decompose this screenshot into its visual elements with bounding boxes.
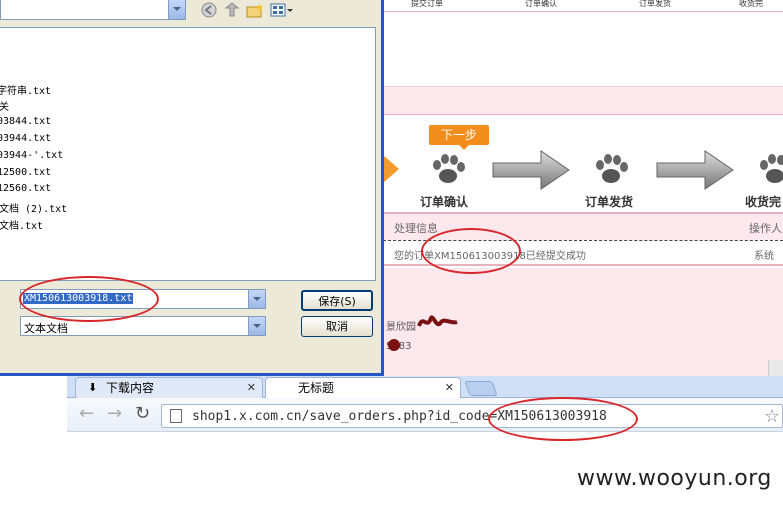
list-item[interactable]: 文档.txt xyxy=(0,217,43,232)
step-submit-label: 提交订单 xyxy=(411,0,443,8)
annotation-ellipse xyxy=(488,397,638,441)
close-icon[interactable]: ✕ xyxy=(247,378,256,398)
tab-label: 无标题 xyxy=(298,381,335,395)
filetype-value: 文本文档 xyxy=(24,322,68,335)
desktop-area xyxy=(0,376,67,508)
list-item[interactable]: 12500.txt xyxy=(0,167,51,178)
info-col-header: 处理信息 xyxy=(394,222,438,235)
file-list[interactable]: 字符串.txt 关 03844.txt 03944.txt 03944-'.tx… xyxy=(0,27,376,281)
step-confirm-label: 订单确认 xyxy=(525,0,557,8)
list-item[interactable]: 文档 (2).txt xyxy=(0,200,67,215)
flow-step-ship: 订单发货 xyxy=(585,195,634,209)
paw-icon xyxy=(596,154,628,183)
annotation-ellipse xyxy=(421,228,521,274)
tab-label: 下载内容 xyxy=(106,381,155,395)
tab-untitled[interactable]: 无标题 ✕ xyxy=(265,377,461,399)
save-in-combo[interactable] xyxy=(0,0,186,20)
page-scrollbar[interactable] xyxy=(768,360,783,376)
chevron-down-icon[interactable] xyxy=(248,317,265,335)
operator-value: 系统 xyxy=(754,251,774,262)
download-icon: ⬇ xyxy=(88,381,98,394)
next-step-tag: 下一步 xyxy=(429,125,489,150)
list-item[interactable]: 12560.txt xyxy=(0,183,51,194)
view-menu-icon[interactable] xyxy=(270,2,294,18)
close-icon[interactable]: ✕ xyxy=(445,378,454,398)
page-icon xyxy=(170,409,182,423)
flow-step-confirm: 订单确认 xyxy=(420,195,469,209)
list-item[interactable]: 03944.txt xyxy=(0,133,51,144)
watermark: www.wooyun.org xyxy=(577,466,772,491)
list-item[interactable]: 字符串.txt xyxy=(0,82,51,97)
order-steps-header: 提交订单 订单确认 订单发货 收货完 xyxy=(383,0,783,12)
web-page: 提交订单 订单确认 订单发货 收货完 下一步 订单确认 订单发货 收货完 处理信… xyxy=(383,0,783,376)
list-item[interactable]: 关 xyxy=(0,98,9,113)
list-item[interactable]: 03944-'.txt xyxy=(0,150,63,161)
annotation-ellipse xyxy=(19,276,159,322)
flow-step-receive: 收货完 xyxy=(745,195,782,209)
chevron-down-icon[interactable] xyxy=(248,290,265,308)
paw-icon xyxy=(760,154,783,183)
orange-arrow-icon xyxy=(383,155,399,183)
cancel-button[interactable]: 取消 xyxy=(301,316,373,337)
step-ship-label: 订单发货 xyxy=(639,0,671,8)
up-folder-icon[interactable] xyxy=(223,2,241,18)
pink-band xyxy=(383,86,783,114)
redaction-scribble xyxy=(417,315,458,327)
list-item[interactable]: 03844.txt xyxy=(0,116,51,127)
new-folder-icon[interactable] xyxy=(246,2,264,18)
star-icon[interactable]: ☆ xyxy=(764,406,780,427)
gray-arrow-icon xyxy=(656,150,734,190)
footer-area: 景欣园 5983 xyxy=(383,268,783,376)
step-receive-label: 收货完 xyxy=(739,0,763,8)
tab-strip: ⬇ 下载内容 ✕ 无标题 ✕ xyxy=(67,376,783,399)
address-bar[interactable]: shop1.x.com.cn/save_orders.php?id_code=X… xyxy=(161,404,783,428)
tab-downloads[interactable]: ⬇ 下载内容 ✕ xyxy=(75,377,263,398)
footer-name: 景欣园 xyxy=(386,322,416,333)
gray-arrow-icon xyxy=(492,150,570,190)
browser-toolbar: ← → ↻ shop1.x.com.cn/save_orders.php?id_… xyxy=(67,398,783,432)
redaction-dot xyxy=(388,339,400,351)
new-tab-button[interactable] xyxy=(464,381,498,396)
back-icon[interactable]: ← xyxy=(79,405,94,423)
operator-col-header: 操作人 xyxy=(749,222,782,235)
back-icon[interactable] xyxy=(200,2,218,18)
paw-icon xyxy=(433,154,465,183)
save-button[interactable]: 保存(S) xyxy=(301,290,373,311)
reload-icon[interactable]: ↻ xyxy=(135,405,150,423)
forward-icon[interactable]: → xyxy=(107,405,122,423)
chevron-down-icon[interactable] xyxy=(168,0,185,19)
order-flow: 下一步 订单确认 订单发货 收货完 xyxy=(383,114,783,214)
